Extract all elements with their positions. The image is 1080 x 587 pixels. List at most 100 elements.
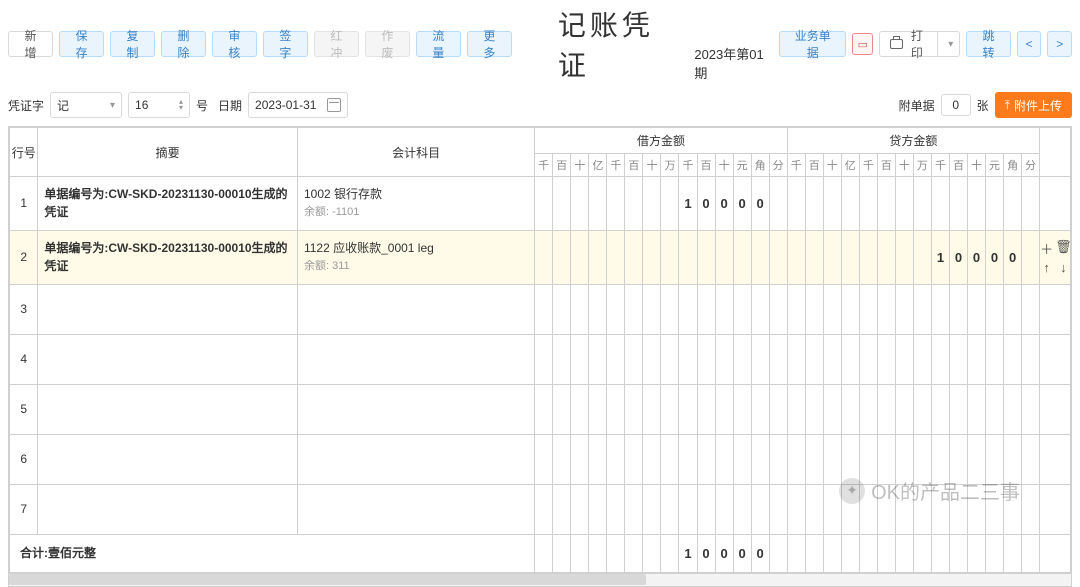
amount-digit[interactable] (823, 334, 841, 384)
amount-digit[interactable] (787, 334, 805, 384)
amount-digit[interactable] (805, 384, 823, 434)
table-row[interactable]: 3 (10, 284, 1071, 334)
amount-digit[interactable] (607, 484, 625, 534)
date-input[interactable]: 2023-01-31 (248, 92, 348, 118)
amount-digit[interactable] (751, 484, 769, 534)
amount-digit[interactable] (607, 534, 625, 572)
amount-digit[interactable]: 0 (1004, 230, 1022, 284)
amount-digit[interactable] (823, 284, 841, 334)
row-actions[interactable]: ＋ 🗑 ↑ ↓ (1040, 230, 1071, 284)
amount-digit[interactable] (841, 534, 859, 572)
amount-digit[interactable] (589, 534, 607, 572)
voucher-no-input[interactable]: 16 ▴▾ (128, 92, 190, 118)
amount-digit[interactable] (571, 177, 589, 231)
amount-digit[interactable] (625, 384, 643, 434)
amount-digit[interactable] (553, 284, 571, 334)
amount-digit[interactable] (949, 534, 967, 572)
flow-button[interactable]: 流量 (416, 31, 461, 57)
subject-cell[interactable]: 1002 银行存款余额: -1101 (297, 177, 534, 231)
summary-cell[interactable]: 单据编号为:CW-SKD-20231130-00010生成的凭证 (38, 230, 298, 284)
amount-digit[interactable] (607, 284, 625, 334)
amount-digit[interactable] (859, 230, 877, 284)
amount-digit[interactable] (913, 534, 931, 572)
amount-digit[interactable] (877, 284, 895, 334)
amount-digit[interactable] (913, 230, 931, 284)
amount-digit[interactable] (769, 284, 787, 334)
amount-digit[interactable] (751, 230, 769, 284)
amount-digit[interactable] (1022, 534, 1040, 572)
amount-digit[interactable] (895, 230, 913, 284)
amount-digit[interactable] (751, 384, 769, 434)
amount-digit[interactable] (769, 384, 787, 434)
amount-digit[interactable]: 1 (679, 177, 697, 231)
amount-digit[interactable] (643, 230, 661, 284)
amount-digit[interactable] (841, 384, 859, 434)
table-row[interactable]: 2单据编号为:CW-SKD-20231130-00010生成的凭证1122 应收… (10, 230, 1071, 284)
amount-digit[interactable] (859, 534, 877, 572)
amount-digit[interactable] (679, 230, 697, 284)
summary-cell[interactable]: 单据编号为:CW-SKD-20231130-00010生成的凭证 (38, 177, 298, 231)
amount-digit[interactable]: 0 (697, 534, 715, 572)
move-down-icon[interactable]: ↓ (1060, 260, 1067, 275)
amount-digit[interactable] (949, 384, 967, 434)
amount-digit[interactable] (715, 284, 733, 334)
amount-digit[interactable] (859, 334, 877, 384)
new-button[interactable]: 新增 (8, 31, 53, 57)
amount-digit[interactable] (769, 334, 787, 384)
amount-digit[interactable] (607, 230, 625, 284)
biz-doc-badge-icon[interactable]: ▭ (852, 33, 873, 55)
summary-cell[interactable] (38, 484, 298, 534)
subject-cell[interactable] (297, 484, 534, 534)
amount-digit[interactable] (823, 534, 841, 572)
amount-digit[interactable] (571, 534, 589, 572)
amount-digit[interactable] (643, 384, 661, 434)
amount-digit[interactable] (571, 484, 589, 534)
upload-button[interactable]: ⤒ 附件上传 (995, 92, 1072, 118)
amount-digit[interactable] (1022, 334, 1040, 384)
amount-digit[interactable] (913, 284, 931, 334)
amount-digit[interactable] (751, 334, 769, 384)
summary-cell[interactable] (38, 334, 298, 384)
amount-digit[interactable] (1022, 284, 1040, 334)
sign-button[interactable]: 签字 (263, 31, 308, 57)
amount-digit[interactable]: 0 (949, 230, 967, 284)
amount-digit[interactable] (823, 384, 841, 434)
amount-digit[interactable] (968, 384, 986, 434)
amount-digit[interactable] (679, 434, 697, 484)
amount-digit[interactable] (679, 284, 697, 334)
amount-digit[interactable] (589, 230, 607, 284)
amount-digit[interactable] (697, 230, 715, 284)
amount-digit[interactable] (589, 177, 607, 231)
amount-digit[interactable] (661, 434, 679, 484)
amount-digit[interactable] (877, 384, 895, 434)
amount-digit[interactable] (1004, 177, 1022, 231)
amount-digit[interactable] (661, 177, 679, 231)
amount-digit[interactable] (715, 334, 733, 384)
amount-digit[interactable] (877, 534, 895, 572)
amount-digit[interactable] (535, 384, 553, 434)
amount-digit[interactable] (986, 334, 1004, 384)
amount-digit[interactable] (1004, 384, 1022, 434)
amount-digit[interactable] (553, 434, 571, 484)
amount-digit[interactable] (949, 177, 967, 231)
amount-digit[interactable] (895, 284, 913, 334)
amount-digit[interactable] (787, 534, 805, 572)
amount-digit[interactable] (697, 334, 715, 384)
amount-digit[interactable] (643, 177, 661, 231)
amount-digit[interactable] (553, 484, 571, 534)
delete-button[interactable]: 删除 (161, 31, 206, 57)
prev-button[interactable]: < (1017, 31, 1042, 57)
amount-digit[interactable] (931, 534, 949, 572)
amount-digit[interactable] (1004, 284, 1022, 334)
amount-digit[interactable] (1022, 384, 1040, 434)
amount-digit[interactable] (625, 177, 643, 231)
amount-digit[interactable] (913, 384, 931, 434)
amount-digit[interactable] (1022, 230, 1040, 284)
amount-digit[interactable] (571, 434, 589, 484)
table-row[interactable]: 4 (10, 334, 1071, 384)
amount-digit[interactable] (733, 484, 751, 534)
amount-digit[interactable] (697, 434, 715, 484)
amount-digit[interactable] (643, 434, 661, 484)
amount-digit[interactable] (589, 484, 607, 534)
amount-digit[interactable] (733, 434, 751, 484)
